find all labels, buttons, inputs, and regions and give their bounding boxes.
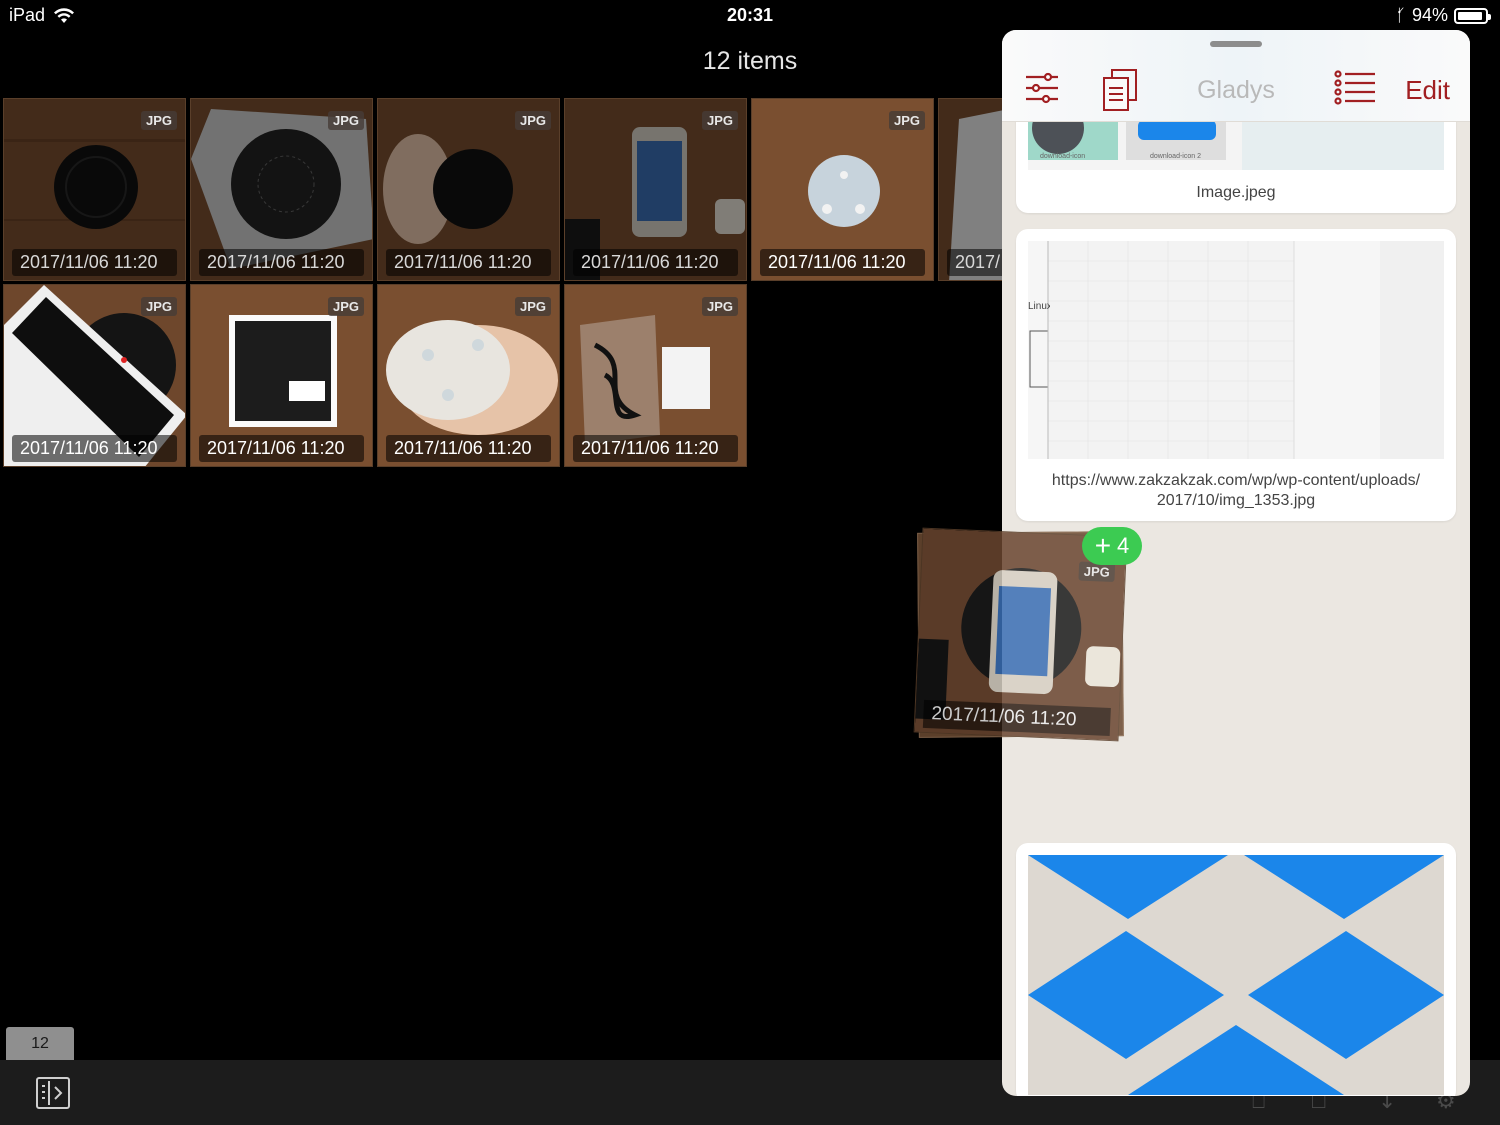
status-right: ᚶ 94% [1395,5,1491,26]
gladys-title: Gladys [1197,76,1275,104]
status-time: 20:31 [726,5,774,25]
file-type-badge: JPG [514,111,551,130]
photo-tile[interactable]: JPG 2017/11/06 11:20 [190,284,373,467]
sketch-label: Linux [1028,301,1050,312]
gladys-header: Gladys Edit [1002,30,1470,122]
battery-level [1458,11,1483,20]
thumb-label: download-icon [1040,153,1086,160]
photo-date: 2017/11/06 11:20 [386,435,551,462]
photo-tile[interactable]: JPG 2017/11/06 11:20 [377,284,560,467]
photo-date: 2017/11/06 11:20 [12,249,177,276]
item-caption: Image.jpeg [1196,184,1276,201]
file-type-badge: JPG [701,297,738,316]
item-url-line2: 2017/10/img_1353.jpg [1156,492,1316,509]
file-type-badge: JPG [888,111,925,130]
photo-date: 2017/11/06 11:20 [199,249,364,276]
bluetooth-icon: ᚶ [1395,5,1406,25]
status-bar: iPad 20:31 ᚶ 94% [0,0,1500,30]
file-type-badge: JPG [514,297,551,316]
split-view-glyph [42,1081,63,1105]
photo-date: 2017/11/06 11:20 [386,249,551,276]
battery-icon [1454,7,1491,24]
grabber-handle[interactable] [1210,41,1262,47]
item-caption: https://www.zakzakzak.com/wp/wp-content/… [1016,471,1456,511]
photo-date: 2017/11/06 11:20 [760,249,925,276]
photo-date: 2017/11/06 11:20 [573,249,738,276]
battery-percent: 94% [1411,5,1448,25]
photo-tile[interactable]: JPG 2017/11/06 11:20 [377,98,560,281]
photo-tile[interactable]: JPG 2017/11/06 11:20 [3,98,186,281]
sidebar-toggle-icon[interactable] [36,1077,70,1109]
item-thumbnail [1028,120,1444,170]
photo-date: 2017/11/06 11:20 [573,435,738,462]
thumb-label: download-icon 2 [1150,153,1201,160]
file-type-badge: JPG [140,111,177,130]
photo-tile[interactable]: JPG 2017/11/06 11:20 [564,284,747,467]
item-thumbnail [1028,241,1444,459]
photo-tile[interactable]: JPG 2017/11/06 11:20 [3,284,186,467]
item-url-line1: https://www.zakzakzak.com/wp/wp-content/… [1051,472,1421,489]
drop-count: 4 [1117,533,1130,558]
photo-tile[interactable]: JPG 2017/11/06 11:20 [190,98,373,281]
drop-count-badge: + 4 [1082,527,1142,565]
gladys-item-card[interactable]: Linux https://www.zakzakzak.com/wp/wp-co… [1016,229,1456,521]
file-type-badge: JPG [327,111,364,130]
photo-date: 2017/11/06 11:20 [12,435,177,462]
photo-tile[interactable]: JPG 2017/11/06 11:20 [564,98,747,281]
list-icon[interactable] [1334,70,1376,106]
file-type-badge: JPG [327,297,364,316]
item-thumbnail [1028,855,1444,1095]
file-type-badge: JPG [701,111,738,130]
item-count-tab[interactable]: 12 [6,1027,74,1060]
photo-date: 2017/11/06 11:20 [199,435,364,462]
edit-button[interactable]: Edit [1405,75,1450,106]
gladys-item-card[interactable] [1016,843,1456,1096]
file-type-badge: JPG [140,297,177,316]
plus-icon: + [1094,530,1112,561]
photo-tile[interactable]: JPG 2017/11/06 11:20 [751,98,934,281]
